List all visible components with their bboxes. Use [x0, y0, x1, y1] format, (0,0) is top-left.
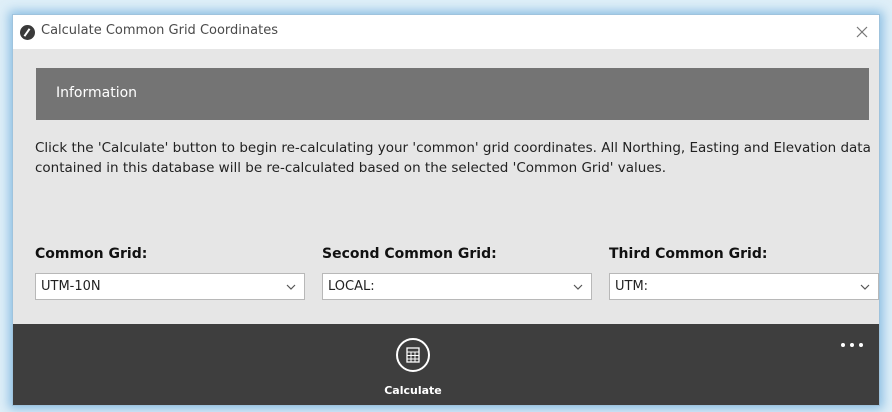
information-title: Information — [56, 85, 138, 101]
second-common-grid-value: LOCAL: — [328, 279, 375, 294]
window-title: Calculate Common Grid Coordinates — [41, 23, 278, 38]
more-options-button[interactable] — [839, 336, 865, 348]
chevron-down-icon — [860, 284, 870, 290]
calculate-button[interactable]: Calculate — [373, 338, 453, 400]
title-bar: Calculate Common Grid Coordinates — [13, 15, 879, 49]
close-icon — [856, 26, 868, 38]
common-grid-value: UTM-10N — [41, 279, 101, 294]
app-logo-icon — [20, 25, 35, 40]
calculate-label: Calculate — [384, 384, 442, 397]
third-common-grid-select[interactable]: UTM: — [609, 273, 879, 300]
second-common-grid-select[interactable]: LOCAL: — [322, 273, 592, 300]
chevron-down-icon — [573, 284, 583, 290]
description-text: Click the 'Calculate' button to begin re… — [35, 140, 871, 176]
command-bar: Calculate — [13, 324, 879, 405]
dialog-window: Calculate Common Grid Coordinates Inform… — [12, 14, 880, 406]
common-grid-label: Common Grid: — [35, 246, 148, 262]
third-common-grid-label: Third Common Grid: — [609, 246, 768, 262]
chevron-down-icon — [286, 284, 296, 290]
third-common-grid-value: UTM: — [615, 279, 649, 294]
calculator-icon — [396, 338, 430, 372]
more-options-icon — [841, 343, 863, 347]
common-grid-select[interactable]: UTM-10N — [35, 273, 305, 300]
second-common-grid-label: Second Common Grid: — [322, 246, 497, 262]
information-header: Information — [36, 68, 869, 120]
close-button[interactable] — [851, 21, 873, 43]
